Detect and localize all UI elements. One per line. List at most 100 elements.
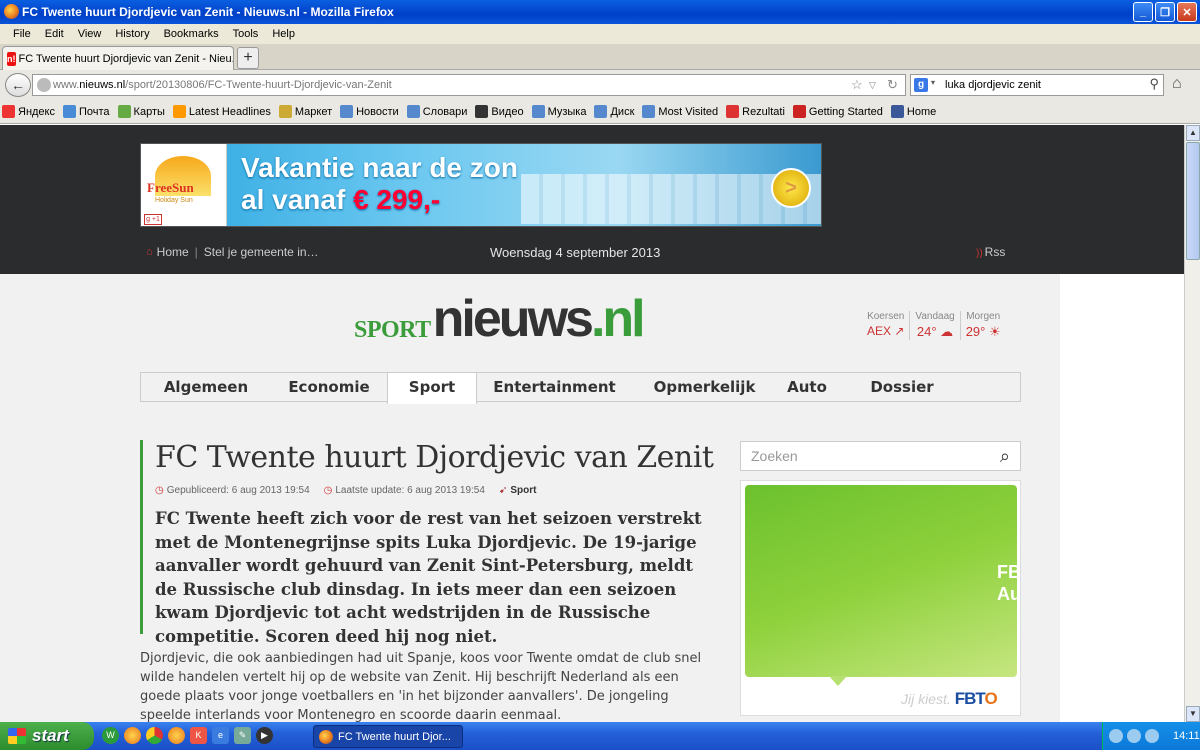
menu-history[interactable]: History — [108, 28, 156, 40]
koersen-column[interactable]: Koersen AEX ↗ — [862, 311, 909, 340]
today-weather[interactable]: Vandaag 24° ☁ — [909, 311, 959, 340]
app-icon[interactable]: ✎ — [234, 727, 251, 744]
site-logo[interactable]: SPORT nieuws .nl — [354, 293, 646, 345]
banner-arrow-button[interactable]: > — [771, 168, 811, 208]
bookmark-star-icon[interactable]: ☆ — [851, 77, 863, 93]
bookmark-icon — [406, 105, 420, 118]
tab-bar: n! FC Twente huurt Djordjevic van Zenit … — [0, 44, 1200, 70]
tab-sport[interactable]: Sport — [387, 372, 477, 404]
search-icon[interactable]: ⌕ — [1000, 442, 1010, 470]
separator: | — [194, 245, 198, 259]
scroll-thumb[interactable] — [1186, 142, 1200, 260]
search-placeholder: Zoeken — [751, 448, 798, 464]
menu-file[interactable]: File — [6, 28, 38, 40]
bookmark-icon — [117, 105, 131, 118]
google-icon[interactable]: g — [914, 78, 928, 92]
app-icon[interactable]: K — [190, 727, 207, 744]
bookmark-item[interactable]: Rezultati — [726, 105, 785, 118]
scroll-down-button[interactable]: ▼ — [1186, 706, 1200, 722]
site-header: FreeSun Holiday Sun g +1 Vakantie naar d… — [0, 125, 1184, 274]
ad-banner[interactable]: FreeSun Holiday Sun g +1 Vakantie naar d… — [140, 143, 822, 227]
bookmark-item[interactable]: Музыка — [531, 105, 587, 118]
tab-opmerkelijk[interactable]: Opmerkelijk — [632, 373, 777, 401]
menu-help[interactable]: Help — [265, 28, 302, 40]
window-titlebar: FC Twente huurt Djordjevic van Zenit - N… — [0, 0, 1200, 24]
bookmark-icon — [792, 105, 806, 118]
ad-text: FB Au — [997, 562, 1021, 604]
maximize-button[interactable]: ❐ — [1155, 2, 1175, 22]
bookmark-item[interactable]: Яндекс — [2, 105, 55, 118]
bookmark-item[interactable]: Словари — [406, 105, 467, 118]
new-tab-button[interactable]: + — [237, 47, 259, 69]
bookmark-item[interactable]: Видео — [475, 105, 524, 118]
bookmark-item[interactable]: Home — [890, 105, 937, 118]
tab-dossier[interactable]: Dossier — [837, 373, 967, 401]
url-bar[interactable]: www. nieuws.nl/sport/20130806/FC-Twente-h… — [32, 74, 906, 96]
media-icon[interactable]: ▶ — [256, 727, 273, 744]
menu-tools[interactable]: Tools — [226, 28, 266, 40]
windows-taskbar: start W K e ✎ ▶ FC Twente huurt Djor... … — [0, 722, 1200, 750]
menu-bar: File Edit View History Bookmarks Tools H… — [0, 24, 1200, 44]
home-link[interactable]: Home — [157, 245, 189, 259]
tab-economie[interactable]: Economie — [271, 373, 387, 401]
bookmark-item[interactable]: Маркет — [278, 105, 333, 118]
tomorrow-weather[interactable]: Morgen 29° ☀ — [959, 311, 1006, 340]
browser-tab[interactable]: n! FC Twente huurt Djordjevic van Zenit … — [2, 46, 234, 70]
back-button[interactable]: ← — [5, 73, 31, 97]
tray-icon[interactable] — [1145, 729, 1159, 743]
bookmark-label: Музыка — [547, 105, 587, 118]
firefox-icon[interactable] — [124, 727, 141, 744]
engine-dropdown-icon[interactable]: ▾ — [931, 78, 935, 87]
history-dropdown-icon[interactable]: ▽ — [869, 80, 876, 91]
start-label: start — [32, 726, 69, 745]
site-search-input[interactable]: Zoeken ⌕ — [740, 441, 1021, 471]
bookmark-item[interactable]: Most Visited — [642, 105, 718, 118]
scroll-up-button[interactable]: ▲ — [1186, 125, 1200, 141]
bookmark-label: Home — [906, 105, 937, 118]
tomorrow-temp: 29° ☀ — [965, 324, 1001, 339]
start-button[interactable]: start — [0, 722, 94, 750]
rss-icon: )) — [976, 248, 983, 259]
bookmark-label: Маркет — [294, 105, 333, 118]
rss-link[interactable]: )) Rss — [976, 245, 1005, 259]
category-nav: Algemeen Economie Sport Entertainment Op… — [140, 372, 1021, 404]
tab-algemeen[interactable]: Algemeen — [141, 373, 271, 401]
published-info: ◷ Gepubliceerd: 6 aug 2013 19:54 — [155, 485, 310, 496]
app-icon[interactable]: W — [102, 727, 119, 744]
home-icon[interactable]: ⌂ — [1172, 75, 1182, 93]
tab-entertainment[interactable]: Entertainment — [477, 373, 632, 401]
reload-icon[interactable]: ↻ — [887, 77, 898, 93]
menu-bookmarks[interactable]: Bookmarks — [157, 28, 226, 40]
bookmark-item[interactable]: Диск — [594, 105, 634, 118]
vertical-scrollbar[interactable]: ▲ ▼ — [1184, 125, 1200, 722]
ie-icon[interactable]: e — [212, 727, 229, 744]
bookmark-item[interactable]: Latest Headlines — [172, 105, 271, 118]
article-title: FC Twente huurt Djordjevic van Zenit — [155, 440, 714, 475]
tray-icon[interactable] — [1127, 729, 1141, 743]
google-plus-button[interactable]: g +1 — [144, 214, 162, 225]
bookmark-item[interactable]: Новости — [340, 105, 399, 118]
taskbar-firefox-window[interactable]: FC Twente huurt Djor... — [313, 725, 463, 748]
clock[interactable]: 14:11 — [1173, 730, 1200, 742]
site-identity-icon[interactable] — [37, 78, 51, 92]
bookmark-icon — [340, 105, 354, 118]
clock-icon: ◷ — [155, 485, 164, 496]
tab-auto[interactable]: Auto — [777, 373, 837, 401]
search-bar[interactable]: g ▾ luka djordjevic zenit ⚲ — [910, 74, 1164, 96]
bookmark-icon — [278, 105, 292, 118]
set-region-link[interactable]: Stel je gemeente in… — [204, 245, 319, 259]
close-button[interactable]: ✕ — [1177, 2, 1197, 22]
bookmark-label: Новости — [356, 105, 399, 118]
menu-edit[interactable]: Edit — [38, 28, 71, 40]
menu-view[interactable]: View — [71, 28, 109, 40]
search-icon[interactable]: ⚲ — [1149, 76, 1159, 92]
bookmark-item[interactable]: Почта — [63, 105, 110, 118]
section-tag[interactable]: ➹ Sport — [499, 485, 537, 496]
firefox-icon[interactable] — [168, 727, 185, 744]
bookmark-item[interactable]: Карты — [117, 105, 165, 118]
minimize-button[interactable]: _ — [1133, 2, 1153, 22]
sidebar-ad[interactable]: FB Au Jij kiest. FBTO — [740, 480, 1021, 716]
chrome-icon[interactable] — [146, 727, 163, 744]
bookmark-item[interactable]: Getting Started — [792, 105, 883, 118]
tray-icon[interactable] — [1109, 729, 1123, 743]
